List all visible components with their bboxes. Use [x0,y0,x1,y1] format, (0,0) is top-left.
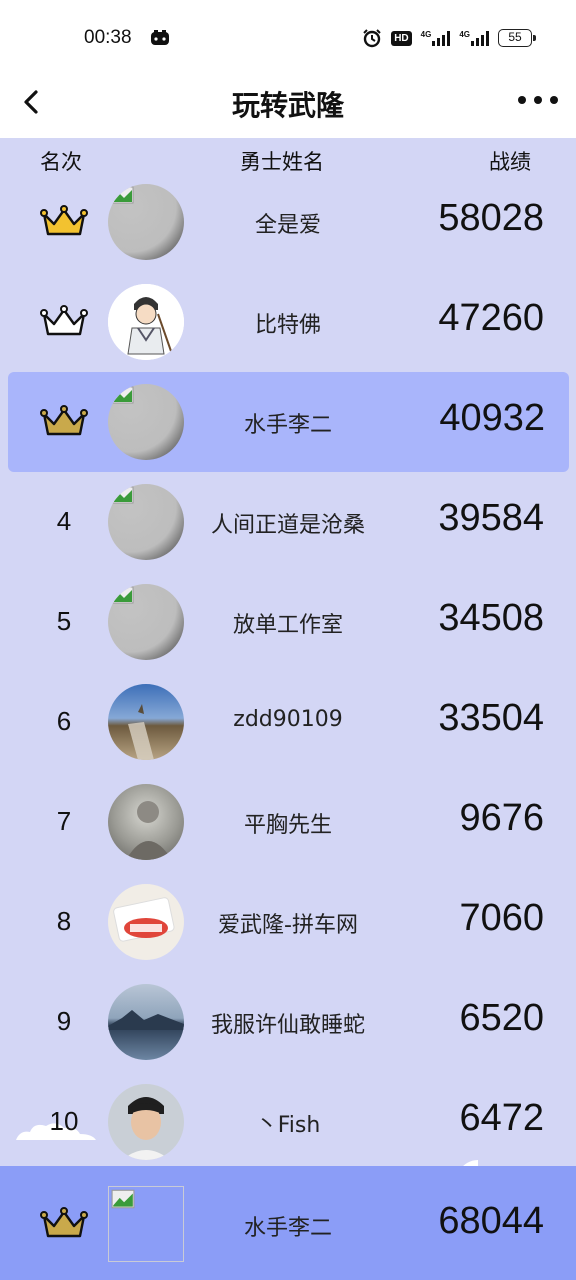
player-score: 7060 [459,897,544,939]
hd-icon: HD [391,30,412,46]
rank-number: 9 [56,1006,72,1036]
player-name: 我服许仙敢睡蛇 [210,1013,365,1038]
title-bar: 玩转武隆 [0,74,576,138]
more-dots-icon[interactable] [518,92,558,108]
leaderboard: 名次 勇士姓名 战绩 全是爱 58028 比特佛 47260 水手李二 4093… [0,138,576,1280]
player-name: 比特佛 [254,313,321,338]
player-name: 人间正道是沧桑 [210,513,365,538]
player-name: 全是爱 [254,213,321,238]
player-name: 水手李二 [243,413,332,438]
avatar [108,984,184,1060]
broken-image-icon [112,186,134,204]
bronze-crown-icon [40,405,88,436]
status-icons: HD 4G 4G 55 [362,26,536,50]
avatar [108,184,184,260]
rank-number: 5 [56,606,72,636]
player-score: 58028 [438,197,544,239]
player-score: 40932 [439,397,545,439]
rank-number: 8 [56,906,72,936]
player-name: 平胸先生 [243,813,332,838]
rank-number: 4 [56,506,72,536]
avatar [108,1186,184,1262]
leaderboard-row[interactable]: 比特佛 47260 [0,272,576,372]
battery-icon: 55 [498,29,536,47]
avatar [108,584,184,660]
signal-icon [432,30,451,46]
signal-2: 4G [459,30,489,46]
broken-image-icon [112,486,134,504]
leaderboard-row[interactable]: 6 zdd90109 33504 [0,672,576,772]
leaderboard-row[interactable]: 9 我服许仙敢睡蛇 6520 [0,972,576,1072]
avatar [108,384,184,460]
avatar [108,884,184,960]
leaderboard-row[interactable]: 8 爱武隆-拼车网 7060 [0,872,576,972]
player-name: 爱武隆-拼车网 [218,913,358,938]
network-type-label: 4G [420,30,432,39]
leaderboard-row[interactable]: 10 丶Fish 6472 [0,1072,576,1172]
page-title: 玩转武隆 [231,89,344,122]
my-score: 68044 [438,1200,544,1242]
my-rank-bar[interactable]: 水手李二 68044 [0,1166,576,1280]
network-type-label: 4G [459,30,470,39]
rank-number: 10 [49,1106,79,1136]
avatar [108,684,184,760]
alarm-icon [363,29,381,48]
gold-crown-icon [40,205,88,236]
leaderboard-row[interactable]: 5 放单工作室 34508 [0,572,576,672]
silver-crown-icon [40,305,88,336]
player-score: 9676 [459,797,544,839]
avatar [108,1084,184,1160]
bronze-crown-icon [40,1207,88,1238]
leaderboard-row[interactable]: 7 平胸先生 9676 [0,772,576,872]
leaderboard-row-current-user[interactable]: 水手李二 40932 [8,372,569,472]
broken-image-icon [112,586,134,604]
broken-image-icon [111,1189,135,1209]
signal-icon [471,30,489,46]
player-name: 放单工作室 [232,613,343,638]
game-controller-icon [151,30,169,45]
leaderboard-row[interactable]: 全是爱 58028 [0,172,576,272]
broken-image-icon [112,386,134,404]
avatar [108,284,184,360]
avatar [108,484,184,560]
avatar [108,784,184,860]
player-score: 33504 [438,697,544,739]
rank-number: 7 [56,806,72,836]
rank-number: 6 [56,706,72,736]
player-name: zdd90109 [233,707,343,732]
leaderboard-row[interactable]: 4 人间正道是沧桑 39584 [0,472,576,572]
player-score: 34508 [438,597,544,639]
player-score: 6472 [459,1097,544,1139]
status-bar: 00:38 HD 4G 4G 55 [0,0,576,74]
my-name: 水手李二 [243,1216,332,1241]
signal-1: 4G [421,30,451,46]
player-score: 47260 [438,297,544,339]
player-name: 丶Fish [255,1113,321,1138]
player-score: 39584 [438,497,544,539]
player-score: 6520 [459,997,544,1039]
status-time: 00:38 [84,27,132,48]
